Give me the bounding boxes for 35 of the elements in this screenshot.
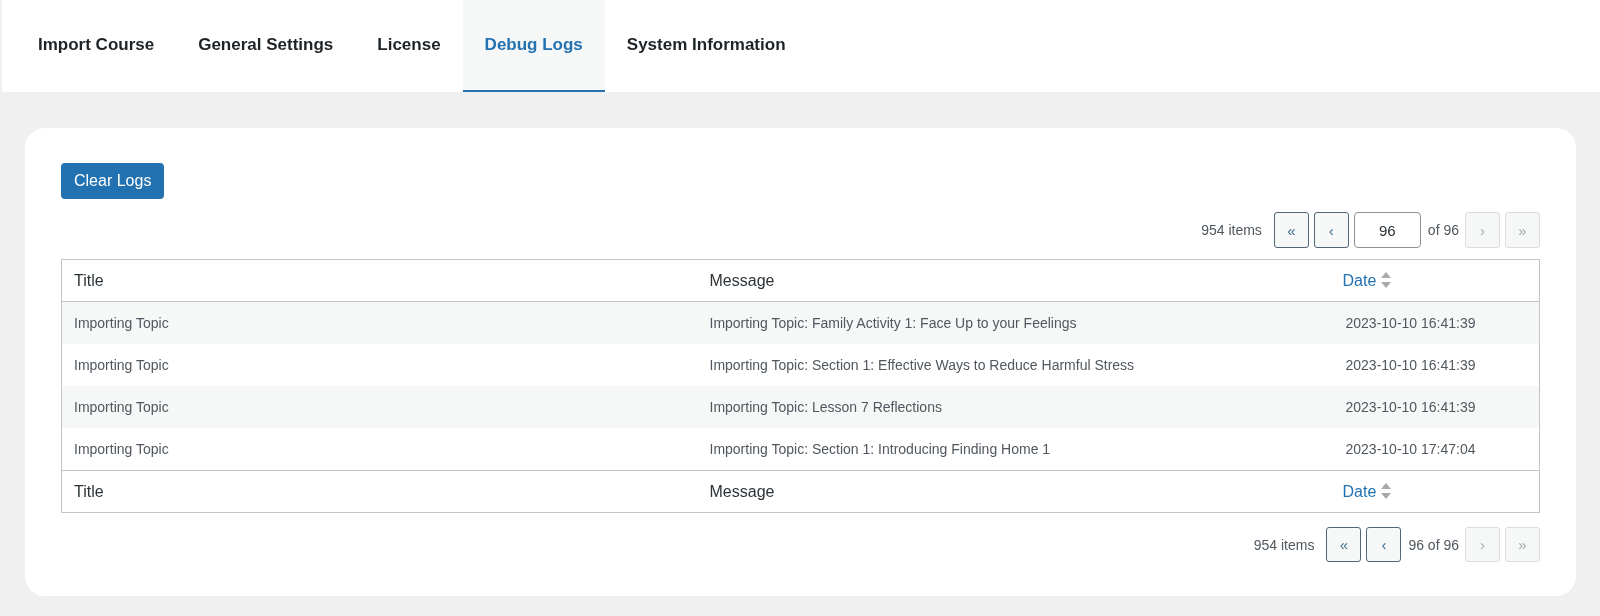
column-header[interactable]: Date: [1342, 271, 1377, 289]
item-count: 954 items: [1201, 222, 1262, 238]
page-nav-button[interactable]: «: [1273, 212, 1309, 248]
page-position: 96 of 96: [1408, 536, 1459, 553]
table-cell: Importing Topic: [61, 344, 698, 386]
sort-icon[interactable]: [1381, 271, 1392, 288]
column-header: Message: [709, 482, 775, 500]
tab[interactable]: Import Course: [16, 0, 177, 92]
table-cell: Importing Topic: Family Activity 1: Face Up to your Feelings: [697, 301, 1331, 344]
sort-icon[interactable]: [1381, 482, 1392, 499]
table-cell: Importing Topic: [61, 428, 698, 471]
table-cell: Importing Topic: [61, 386, 698, 428]
tab[interactable]: License: [355, 0, 463, 92]
table-cell: 2023-10-10 16:41:39: [1330, 386, 1540, 428]
page-nav-button[interactable]: ‹: [1313, 212, 1349, 248]
table-cell: Importing Topic: Section 1: Effective Ways to Reduce Harmful Stress: [697, 344, 1331, 386]
tab[interactable]: System Information: [604, 0, 808, 92]
page-nav-button[interactable]: «: [1326, 527, 1362, 562]
table-cell: Importing Topic: [61, 301, 698, 344]
table-cell: Importing Topic: Section 1: Introducing Finding Home 1: [697, 428, 1331, 471]
page-number-input[interactable]: 96: [1353, 212, 1421, 248]
table-cell: Importing Topic: Lesson 7 Reflections: [697, 386, 1331, 428]
page-total: of 96: [1427, 222, 1459, 238]
column-header[interactable]: Date: [1342, 482, 1377, 500]
column-header: Title: [74, 271, 104, 289]
tab[interactable]: Debug Logs: [462, 0, 605, 92]
page-nav-button[interactable]: ‹: [1366, 527, 1402, 562]
column-header: Title: [74, 482, 104, 500]
column-header: Message: [709, 271, 775, 289]
tab[interactable]: General Settings: [176, 0, 356, 92]
table-cell: 2023-10-10 16:41:39: [1330, 301, 1540, 344]
table-cell: 2023-10-10 17:47:04: [1330, 428, 1540, 471]
clear-logs-button[interactable]: Clear Logs: [61, 163, 165, 199]
table-cell: 2023-10-10 16:41:39: [1330, 344, 1540, 386]
item-count: 954 items: [1253, 536, 1315, 553]
